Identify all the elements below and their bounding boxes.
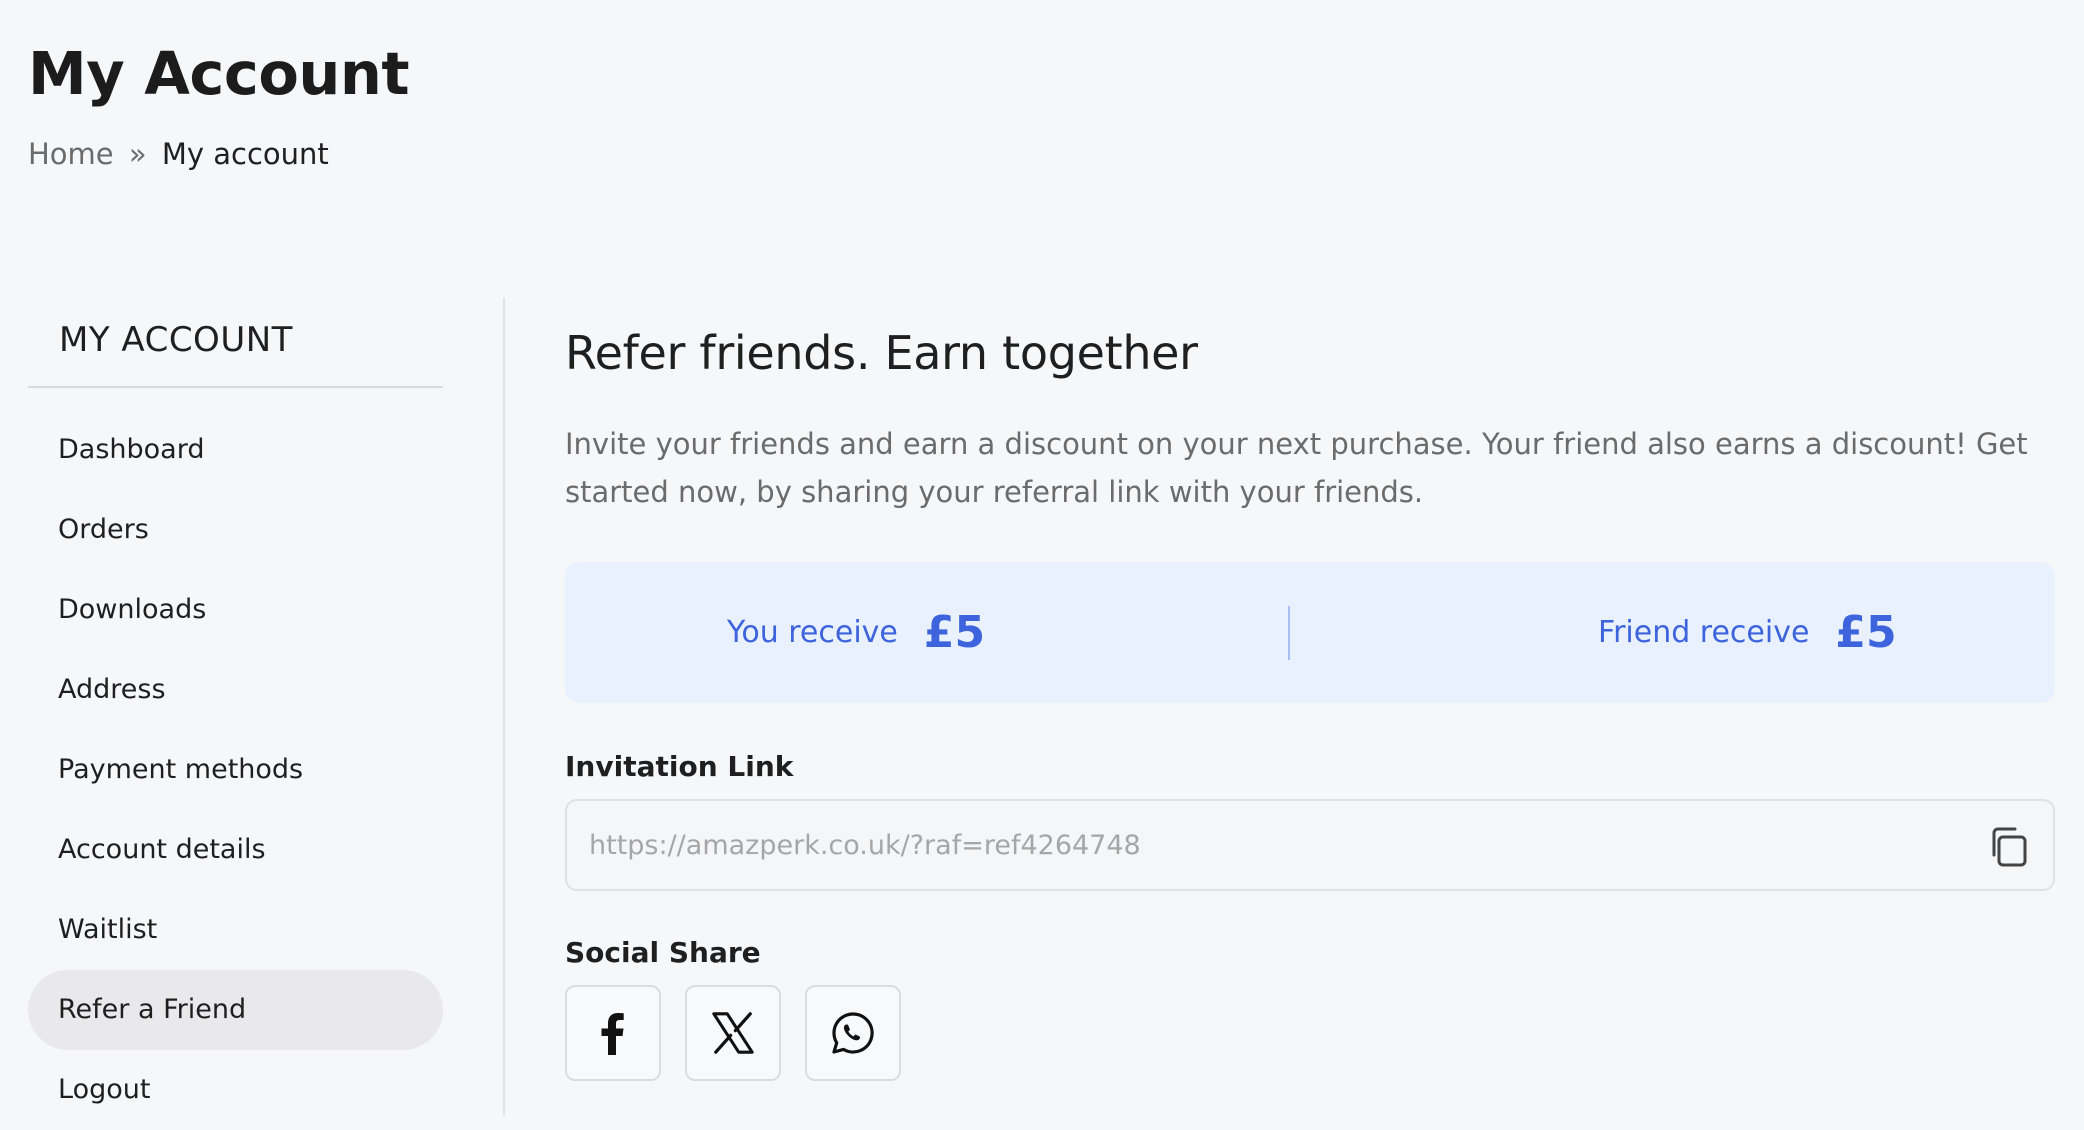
social-share-buttons — [565, 985, 2055, 1081]
breadcrumb-separator: » — [128, 137, 147, 171]
content-divider — [503, 298, 505, 1115]
invitation-link-box — [565, 799, 2055, 891]
facebook-icon — [601, 1013, 624, 1055]
breadcrumb-home-link[interactable]: Home — [28, 137, 114, 171]
section-description: Invite your friends and earn a discount … — [565, 427, 2028, 509]
invitation-link-field[interactable] — [589, 801, 1929, 889]
sidebar-item-dashboard[interactable]: Dashboard — [28, 410, 443, 490]
sidebar-item-orders[interactable]: Orders — [28, 490, 443, 570]
sidebar-item-waitlist[interactable]: Waitlist — [28, 890, 443, 970]
copy-icon[interactable] — [1985, 823, 2033, 871]
friend-receive-label: Friend receive — [1598, 615, 1810, 650]
x-share-button[interactable] — [685, 985, 781, 1081]
facebook-share-button[interactable] — [565, 985, 661, 1081]
friend-receive-reward: Friend receive £5 — [1598, 562, 1897, 703]
you-receive-reward: You receive £5 — [727, 562, 985, 703]
sidebar-item-payment-methods[interactable]: Payment methods — [28, 730, 443, 810]
you-receive-label: You receive — [727, 615, 898, 650]
whatsapp-icon — [832, 1012, 874, 1054]
you-receive-amount: £5 — [923, 607, 986, 658]
sidebar-item-downloads[interactable]: Downloads — [28, 570, 443, 650]
breadcrumb-current: My account — [161, 137, 329, 171]
rewards-divider — [1288, 606, 1290, 660]
sidebar-heading: MY ACCOUNT — [28, 298, 443, 388]
invitation-link-label: Invitation Link — [565, 750, 794, 783]
page-title: My Account — [28, 39, 410, 108]
rewards-card: You receive £5 Friend receive £5 — [565, 562, 2055, 703]
sidebar-item-logout[interactable]: Logout — [28, 1050, 443, 1130]
section-heading: Refer friends. Earn together — [565, 326, 1198, 380]
sidebar-menu: Dashboard Orders Downloads Address Payme… — [28, 410, 443, 1130]
breadcrumb: Home » My account — [28, 134, 329, 174]
social-share-label: Social Share — [565, 936, 761, 969]
friend-receive-amount: £5 — [1835, 607, 1897, 658]
x-icon — [712, 1012, 754, 1054]
whatsapp-share-button[interactable] — [805, 985, 901, 1081]
sidebar-item-account-details[interactable]: Account details — [28, 810, 443, 890]
sidebar-item-address[interactable]: Address — [28, 650, 443, 730]
refer-a-friend-panel: Refer friends. Earn together Invite your… — [565, 298, 2055, 1081]
account-sidebar: MY ACCOUNT Dashboard Orders Downloads Ad… — [28, 298, 443, 1130]
sidebar-item-refer-a-friend[interactable]: Refer a Friend — [28, 970, 443, 1050]
